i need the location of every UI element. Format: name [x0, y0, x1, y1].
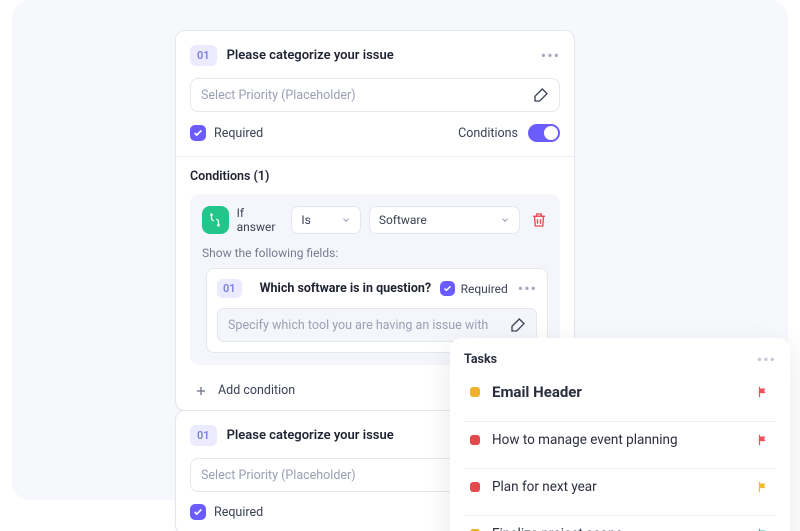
rule-icon — [202, 206, 229, 234]
task-name: How to manage event planning — [492, 432, 678, 448]
status-dot — [470, 482, 480, 492]
tasks-menu-button[interactable]: ••• — [757, 350, 776, 369]
required-label: Required — [214, 126, 263, 141]
priority-input[interactable]: Select Priority (Placeholder) — [190, 78, 560, 112]
flag-icon[interactable] — [756, 527, 770, 531]
tasks-title: Tasks — [464, 352, 497, 367]
task-row[interactable]: Email Header — [464, 381, 776, 411]
chevron-down-icon — [500, 215, 510, 225]
conditions-count-label: Conditions (1) — [190, 169, 560, 184]
required-checkbox-wrap[interactable]: Required — [190, 125, 263, 141]
checkbox-icon — [190, 504, 206, 520]
tasks-header: Tasks ••• — [464, 350, 776, 369]
checkbox-icon — [440, 281, 455, 296]
priority-placeholder: Select Priority (Placeholder) — [201, 88, 533, 103]
task-row[interactable]: How to manage event planning — [464, 421, 776, 458]
tasks-panel: Tasks ••• Email Header How to manage even… — [450, 338, 790, 531]
task-list: Email Header How to manage event planning… — [464, 381, 776, 531]
stage: 01 Please categorize your issue ••• Sele… — [0, 0, 800, 531]
status-dot — [470, 387, 480, 397]
edit-icon[interactable] — [510, 317, 526, 333]
question-title-wrap: 01 Please categorize your issue — [190, 45, 394, 66]
conditions-toggle[interactable] — [528, 124, 560, 142]
value-select[interactable]: Software — [369, 206, 520, 234]
child-required-label: Required — [461, 282, 508, 296]
child-number-badge: 01 — [217, 279, 242, 298]
question-number-badge: 01 — [190, 45, 217, 66]
question-menu-button[interactable]: ••• — [541, 48, 560, 64]
task-name: Plan for next year — [492, 479, 597, 495]
condition-rule-row: If answer Is Software — [202, 206, 548, 234]
add-condition-label: Add condition — [218, 383, 295, 398]
child-question-title: Which software is in question? — [260, 281, 432, 296]
task-row[interactable]: Finalize project scope — [464, 515, 776, 531]
value-text: Software — [379, 213, 427, 227]
if-answer-label: If answer — [237, 206, 284, 234]
conditions-label: Conditions — [458, 126, 518, 141]
task-row[interactable]: Plan for next year — [464, 468, 776, 505]
operator-select[interactable]: Is — [291, 206, 360, 234]
task-name: Email Header — [492, 383, 582, 401]
required-and-conditions-row: Required Conditions — [190, 124, 560, 142]
checkbox-icon — [190, 125, 206, 141]
child-required-wrap[interactable]: Required — [440, 281, 508, 296]
edit-icon[interactable] — [533, 87, 549, 103]
question-title: Please categorize your issue — [227, 48, 394, 63]
delete-condition-button[interactable] — [520, 211, 548, 229]
question-header: 01 Please categorize your issue ••• — [190, 45, 560, 66]
question2-title: Please categorize your issue — [227, 428, 394, 443]
flag-icon[interactable] — [756, 480, 770, 494]
operator-value: Is — [301, 213, 310, 227]
child-placeholder: Specify which tool you are having an iss… — [228, 318, 510, 333]
question2-title-wrap: 01 Please categorize your issue — [190, 425, 394, 446]
divider — [176, 156, 574, 157]
status-dot — [470, 435, 480, 445]
flag-icon[interactable] — [756, 433, 770, 447]
child-question-header: 01 Which software is in question? Requir… — [217, 279, 537, 298]
child-menu-button[interactable]: ••• — [518, 279, 537, 298]
required2-label: Required — [214, 505, 263, 520]
show-fields-label: Show the following fields: — [202, 246, 548, 260]
child-input[interactable]: Specify which tool you are having an iss… — [217, 308, 537, 342]
flag-icon[interactable] — [756, 385, 770, 399]
task-name: Finalize project scope — [492, 526, 623, 531]
question2-number-badge: 01 — [190, 425, 217, 446]
plus-icon — [194, 384, 208, 398]
chevron-down-icon — [341, 215, 351, 225]
conditions-toggle-wrap: Conditions — [458, 124, 560, 142]
